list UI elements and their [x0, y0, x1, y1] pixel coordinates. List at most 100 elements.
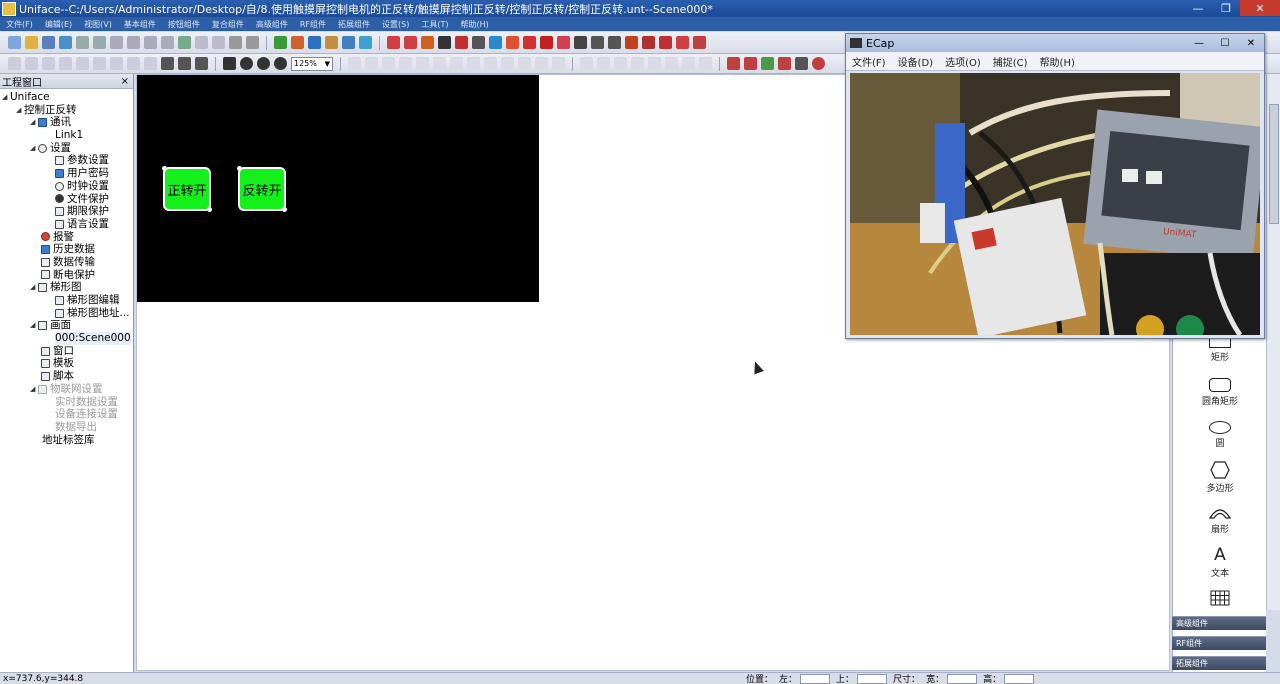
send-back-icon[interactable] — [552, 57, 565, 70]
paste-icon[interactable] — [144, 36, 157, 49]
tree-realtime[interactable]: 实时数据设置 — [0, 396, 133, 409]
zoom-out-icon[interactable] — [274, 57, 287, 70]
menu-extend[interactable]: 拓展组件 — [332, 19, 376, 30]
menu-composite[interactable]: 复合组件 — [206, 19, 250, 30]
tree-window[interactable]: 窗口 — [0, 345, 133, 358]
tree-ladder-edit[interactable]: 梯形图编辑 — [0, 294, 133, 307]
copy-icon[interactable] — [127, 36, 140, 49]
tree-device[interactable]: 设备连接设置 — [0, 408, 133, 421]
line-icon[interactable] — [8, 57, 21, 70]
xy-chart-icon[interactable] — [591, 36, 604, 49]
polyline-icon[interactable] — [25, 57, 38, 70]
palette-circle[interactable]: 圆 — [1173, 421, 1267, 449]
palette-polygon[interactable]: 多边形 — [1173, 461, 1267, 494]
close-icon[interactable]: × — [121, 76, 129, 87]
lamp-icon[interactable] — [404, 36, 417, 49]
expand-icon[interactable]: ◢ — [30, 383, 38, 396]
tree-tags[interactable]: 地址标签库 — [0, 434, 133, 447]
tank-icon[interactable] — [693, 36, 706, 49]
menu-basic[interactable]: 基本组件 — [118, 19, 162, 30]
menu-view[interactable]: 视图(V) — [78, 19, 118, 30]
scale-icon[interactable] — [574, 36, 587, 49]
group-icon[interactable] — [195, 36, 208, 49]
height-field[interactable] — [1004, 673, 1035, 684]
scene-000[interactable]: 正转开 反转开 — [137, 75, 539, 302]
width-field[interactable] — [947, 673, 978, 684]
expand-icon[interactable]: ◢ — [30, 281, 38, 294]
tree-ladder-addr[interactable]: 梯形图地址... — [0, 307, 133, 320]
clock-icon[interactable] — [438, 36, 451, 49]
palette-table[interactable] — [1173, 590, 1267, 608]
tree-password[interactable]: 用户密码 — [0, 167, 133, 180]
tree-scene000[interactable]: 000:Scene000 — [0, 332, 133, 345]
image-icon[interactable] — [195, 57, 208, 70]
polygon-icon[interactable] — [110, 57, 123, 70]
expand-icon[interactable]: ◢ — [16, 104, 24, 117]
switch-icon[interactable] — [421, 36, 434, 49]
flip-v-icon[interactable] — [631, 57, 644, 70]
align-left-icon[interactable] — [348, 57, 361, 70]
search-icon[interactable] — [178, 36, 191, 49]
export-f-icon[interactable] — [778, 57, 791, 70]
compile-icon[interactable] — [274, 36, 287, 49]
tree-transfer[interactable]: 数据传输 — [0, 256, 133, 269]
top-field[interactable] — [857, 673, 888, 684]
ecap-minimize-button[interactable]: — — [1186, 38, 1212, 49]
zoom-fit-icon[interactable] — [257, 57, 270, 70]
download-icon[interactable] — [59, 36, 72, 49]
pie-icon[interactable] — [506, 36, 519, 49]
tree-template[interactable]: 模板 — [0, 357, 133, 370]
scrollbar-thumb[interactable] — [1269, 104, 1279, 224]
ecap-menu-capture[interactable]: 捕捉(C) — [987, 54, 1034, 69]
expand-icon[interactable]: ◢ — [2, 91, 10, 104]
pump-icon[interactable] — [625, 36, 638, 49]
alarm-icon[interactable] — [387, 36, 400, 49]
ecap-menu-help[interactable]: 帮助(H) — [1034, 54, 1081, 69]
tree-ladder[interactable]: ◢ 梯形图 — [0, 281, 133, 294]
forward-on-button[interactable]: 正转开 — [162, 166, 212, 212]
palette-text[interactable]: A 文本 — [1173, 546, 1267, 579]
move-up-icon[interactable] — [648, 57, 661, 70]
export-circle-icon[interactable] — [812, 57, 825, 70]
undo-icon[interactable] — [76, 36, 89, 49]
histogram-icon[interactable] — [608, 36, 621, 49]
tree-file-protect[interactable]: 文件保护 — [0, 193, 133, 206]
move-right-icon[interactable] — [699, 57, 712, 70]
tree-period[interactable]: 期限保护 — [0, 205, 133, 218]
distribute-v-icon[interactable] — [518, 57, 531, 70]
ecap-menu-options[interactable]: 选项(O) — [939, 54, 987, 69]
table-icon[interactable] — [472, 36, 485, 49]
menu-help[interactable]: 帮助(H) — [455, 19, 495, 30]
menu-edit[interactable]: 编辑(E) — [39, 19, 78, 30]
tree-history[interactable]: 历史数据 — [0, 243, 133, 256]
tree-root[interactable]: ◢ Uniface — [0, 91, 133, 104]
zoom-in-icon[interactable] — [240, 57, 253, 70]
ecap-menu-device[interactable]: 设备(D) — [892, 54, 940, 69]
sector-icon[interactable] — [127, 57, 140, 70]
fill-color-icon[interactable] — [223, 57, 236, 70]
left-field[interactable] — [800, 673, 831, 684]
group-advanced[interactable]: 高级组件 — [1172, 616, 1266, 630]
group-extend[interactable]: 拓展组件 — [1172, 656, 1266, 670]
new-icon[interactable] — [8, 36, 21, 49]
simulate-icon[interactable] — [291, 36, 304, 49]
expand-icon[interactable]: ◢ — [30, 319, 38, 332]
menu-rf[interactable]: RF组件 — [294, 19, 332, 30]
group-rf[interactable]: RF组件 — [1172, 636, 1266, 650]
gear-icon[interactable] — [308, 36, 321, 49]
cut-icon[interactable] — [110, 36, 123, 49]
text-icon[interactable] — [144, 57, 157, 70]
flip-h-icon[interactable] — [614, 57, 627, 70]
pipe-icon[interactable] — [676, 36, 689, 49]
ecap-menu-file[interactable]: 文件(F) — [846, 54, 892, 69]
record-icon[interactable] — [540, 36, 553, 49]
export-image-icon[interactable] — [761, 57, 774, 70]
maximize-button[interactable]: ❐ — [1212, 0, 1240, 16]
rounded-rect-icon[interactable] — [76, 57, 89, 70]
menu-settings[interactable]: 设置(S) — [376, 19, 415, 30]
rectangle-icon[interactable] — [59, 57, 72, 70]
tree-script[interactable]: 脚本 — [0, 370, 133, 383]
minimize-button[interactable]: — — [1184, 0, 1212, 16]
menu-tools[interactable]: 工具(T) — [415, 19, 454, 30]
move-down-icon[interactable] — [665, 57, 678, 70]
